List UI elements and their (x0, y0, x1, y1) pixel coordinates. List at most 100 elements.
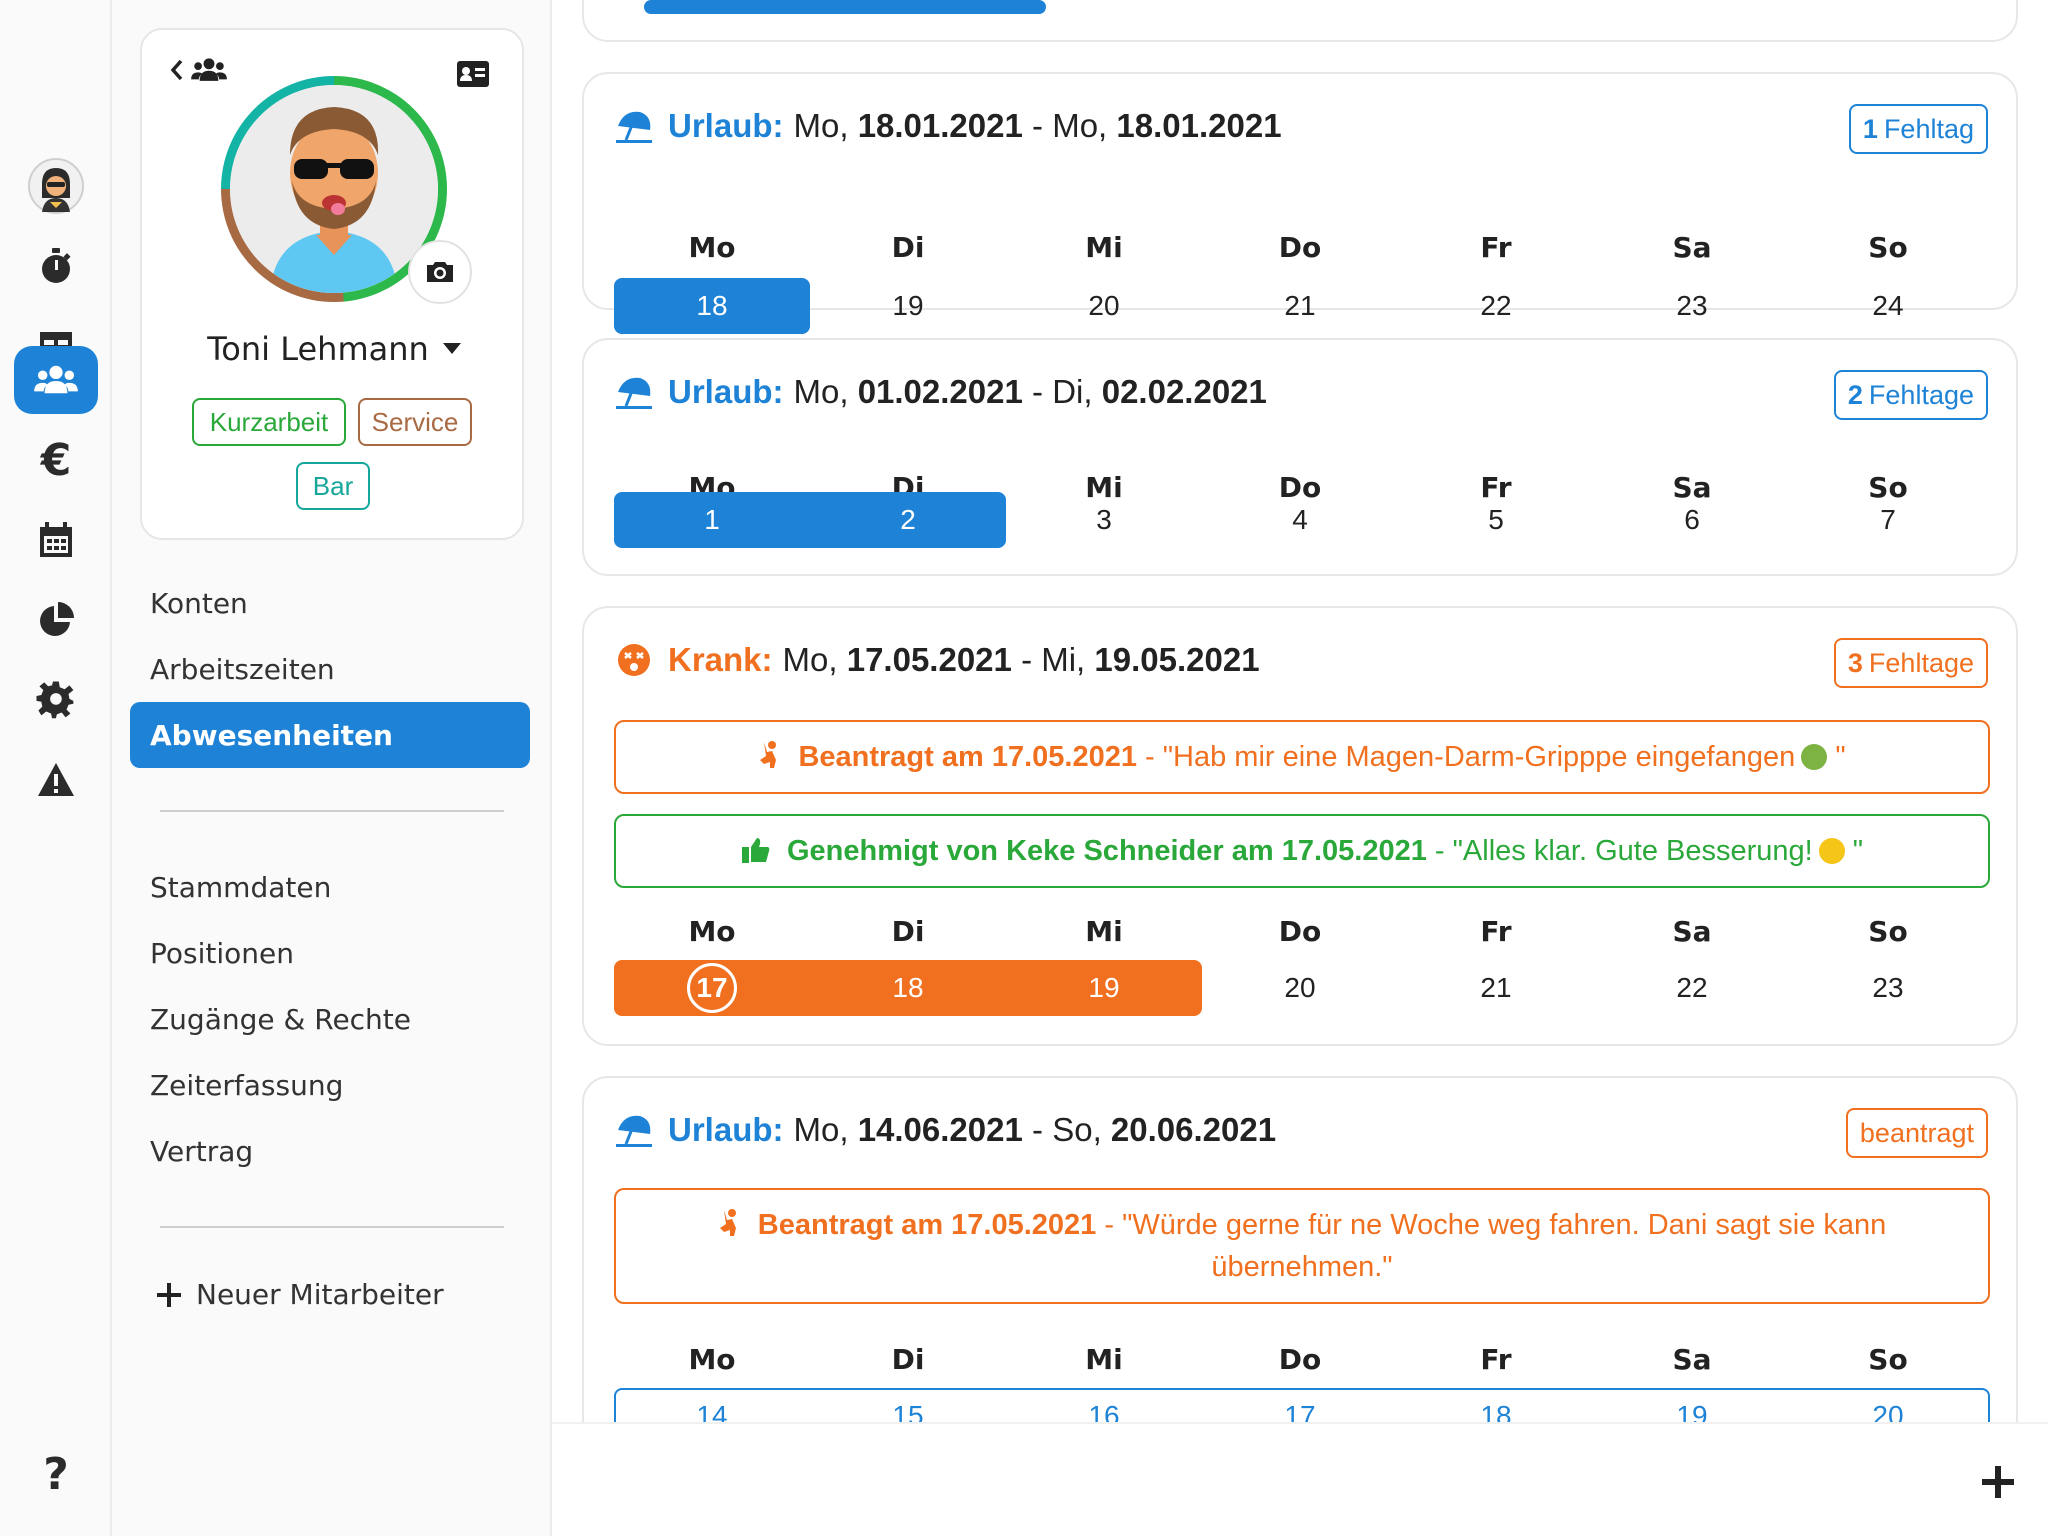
euro-icon[interactable]: € (14, 416, 98, 504)
weekday-label: Mi (1085, 915, 1123, 948)
absence-card[interactable]: Urlaub: Mo, 14.06.2021 - So, 20.06.2021 … (582, 1076, 2018, 1422)
weekday-label: So (1868, 1343, 1908, 1376)
absence-card[interactable]: Krank: Mo, 17.05.2021 - Mi, 19.05.2021 3… (582, 606, 2018, 1046)
new-employee-label: Neuer Mitarbeiter (196, 1278, 444, 1311)
weekday-label: Sa (1672, 231, 1712, 264)
calendar-icon[interactable] (14, 496, 98, 584)
day-number: 4 (1292, 504, 1308, 535)
nav-zeiterfassung[interactable]: Zeiterfassung (130, 1052, 530, 1118)
weekday-label: Mi (1085, 1343, 1123, 1376)
day-number: 23 (1872, 972, 1904, 1003)
missed-days-badge: 2 Fehltage (1833, 370, 1988, 420)
day-number: 20 (1088, 290, 1120, 321)
selected-days-bar (644, 0, 1046, 14)
weekday-header: Mo Di Mi Do Fr Sa So (614, 904, 1990, 960)
day-number: 2 (900, 504, 916, 535)
pie-chart-icon[interactable] (14, 576, 98, 664)
weekday-label: Do (1278, 1343, 1322, 1376)
new-employee-button[interactable]: Neuer Mitarbeiter (156, 1278, 444, 1311)
absence-type: Krank: (668, 641, 773, 678)
smiling-face-icon (1818, 838, 1845, 864)
divider (160, 1226, 504, 1228)
weekday-label: Mo (688, 1343, 736, 1376)
absence-type: Urlaub: (668, 1111, 784, 1148)
weekday-label: Sa (1672, 915, 1712, 948)
approval-text: "Alles klar. Gute Besserung! (1452, 835, 1813, 867)
request-text: "Würde gerne für ne Woche weg fahren. Da… (1122, 1209, 1887, 1283)
weekday-label: Mo (688, 915, 736, 948)
tag-kurzarbeit[interactable]: Kurzarbeit (192, 398, 346, 446)
nav-konten[interactable]: Konten (130, 570, 530, 636)
nav-zugaenge-rechte[interactable]: Zugänge & Rechte (130, 986, 530, 1052)
request-note: Beantragt am 17.05.2021 - "Würde gerne f… (614, 1188, 1990, 1304)
absence-header: Krank: Mo, 17.05.2021 - Mi, 19.05.2021 (614, 640, 1260, 680)
request-text: "Hab mir eine Magen-Darm-Gripppe eingefa… (1162, 741, 1796, 773)
day-number: 1 (704, 504, 720, 535)
range-separator: - (1032, 107, 1044, 144)
help-icon[interactable]: ? (14, 1430, 98, 1518)
day-number: 23 (1676, 290, 1708, 321)
beach-umbrella-icon (614, 106, 654, 146)
day-number: 19 (892, 290, 924, 321)
day-number: 18 (1480, 1400, 1512, 1422)
absence-card-previous (582, 0, 2018, 42)
range-separator: - (1032, 373, 1044, 410)
absence-type: Urlaub: (668, 373, 784, 410)
status-badge: beantragt (1845, 1108, 1988, 1158)
day-number: 18 (892, 972, 924, 1003)
day-number: 5 (1488, 504, 1504, 535)
stopwatch-icon[interactable] (14, 222, 98, 310)
weekday-label: Mi (1085, 231, 1123, 264)
missed-days-badge: 3 Fehltage (1833, 638, 1988, 688)
days-row: 17 18 19 20 21 22 23 (614, 960, 1990, 1016)
day-number: 19 (1088, 972, 1120, 1003)
warning-icon[interactable] (14, 736, 98, 824)
id-card-icon[interactable] (456, 60, 490, 93)
weekday-label: Fr (1480, 231, 1512, 264)
plus-icon[interactable] (1978, 1462, 2018, 1502)
start-date: 18.01.2021 (857, 107, 1023, 144)
raising-hand-icon (760, 741, 777, 768)
back-to-team-button[interactable] (170, 56, 228, 84)
absence-card[interactable]: Urlaub: Mo, 18.01.2021 - Mo, 18.01.2021 … (582, 72, 2018, 334)
users-icon[interactable] (14, 346, 98, 414)
weekday-label: Di (891, 915, 925, 948)
weekday-label: Do (1278, 915, 1322, 948)
start-weekday: Mo, (793, 373, 849, 410)
day-number: 19 (1676, 1400, 1708, 1422)
weekday-header: Mo Di Mi Do Fr Sa So (614, 220, 1990, 276)
absence-card[interactable]: Urlaub: Mo, 01.02.2021 - Di, 02.02.2021 … (582, 338, 2018, 576)
end-date: 02.02.2021 (1101, 373, 1267, 410)
day-number: 18 (696, 290, 728, 321)
end-weekday: Mo, (1052, 107, 1108, 144)
change-photo-button[interactable] (408, 240, 472, 304)
start-weekday: Mo, (782, 641, 838, 678)
tag-service[interactable]: Service (358, 398, 472, 446)
approval-label: Genehmigt von Keke Schneider am 17.05.20… (786, 835, 1427, 867)
absence-header: Urlaub: Mo, 01.02.2021 - Di, 02.02.2021 (614, 372, 1267, 412)
day-number: 15 (892, 1400, 924, 1422)
nav-stammdaten[interactable]: Stammdaten (130, 854, 530, 920)
employee-name: Toni Lehmann (207, 330, 429, 368)
beach-umbrella-icon (614, 372, 654, 412)
start-date: 01.02.2021 (857, 373, 1023, 410)
missed-days-badge: 1 Fehltag (1848, 104, 1988, 154)
nav-arbeitszeiten[interactable]: Arbeitszeiten (130, 636, 530, 702)
day-number: 17 (1284, 1400, 1316, 1422)
weekday-label: Di (891, 231, 925, 264)
tag-bar[interactable]: Bar (296, 462, 370, 510)
nav-abwesenheiten[interactable]: Abwesenheiten (130, 702, 530, 768)
days-row: 14 15 16 17 18 19 20 (614, 1388, 1990, 1422)
employee-name-dropdown[interactable]: Toni Lehmann (142, 330, 526, 368)
nav-positionen[interactable]: Positionen (130, 920, 530, 986)
weekday-label: Di (891, 1343, 925, 1376)
nav-vertrag[interactable]: Vertrag (130, 1118, 530, 1184)
day-number: 20 (1284, 972, 1316, 1003)
end-weekday: So, (1052, 1111, 1102, 1148)
today-day-number: 17 (614, 960, 810, 1016)
weekday-label: Fr (1480, 1343, 1512, 1376)
gear-icon[interactable] (14, 656, 98, 744)
days-row: 18 19 20 21 22 23 24 (614, 278, 1990, 334)
employee-panel: Toni Lehmann Kurzarbeit Service Bar Kont… (112, 0, 552, 1536)
user-avatar-icon[interactable] (14, 142, 98, 230)
